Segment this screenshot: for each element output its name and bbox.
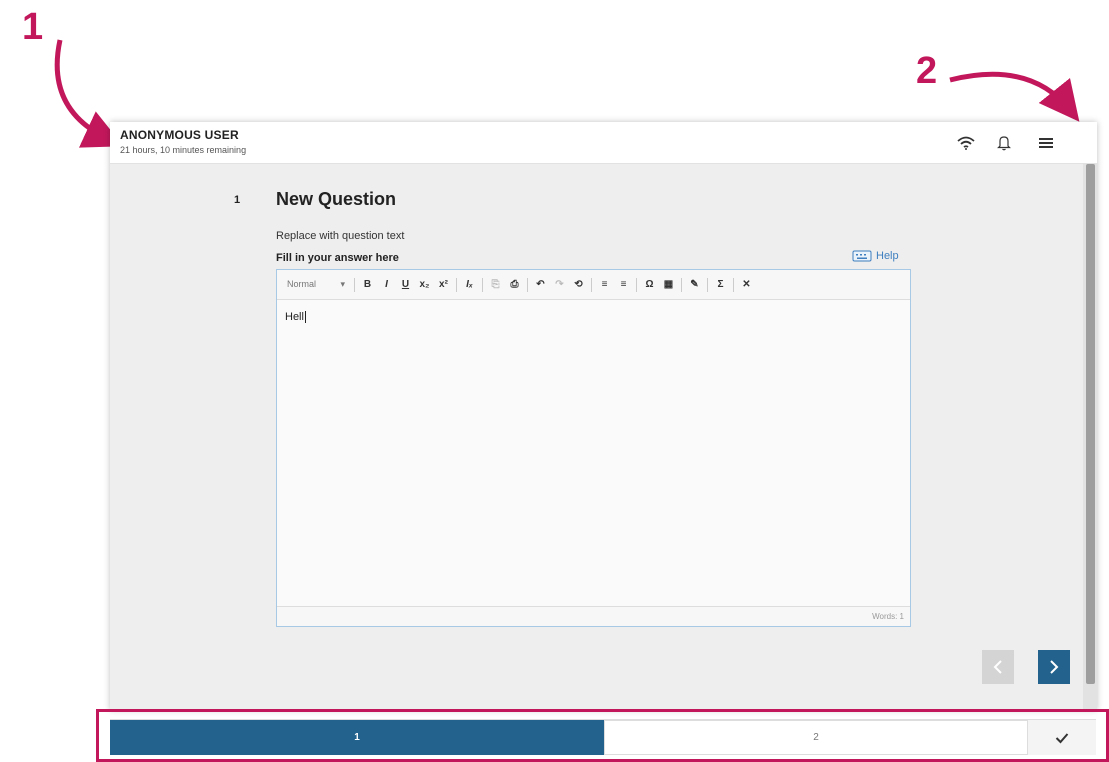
app-window: ANONYMOUS USER 21 hours, 10 minutes rema…	[110, 122, 1097, 710]
toolbar-separator	[354, 277, 355, 292]
paste-button[interactable]: ⎙	[507, 279, 522, 290]
help-label: Help	[876, 250, 899, 262]
annotation-number-1: 1	[22, 6, 44, 48]
next-question-button[interactable]	[1038, 650, 1070, 684]
remove-format-button[interactable]: Iₓ	[462, 279, 477, 290]
annotation-number-2: 2	[916, 50, 938, 92]
help-link[interactable]: Help	[852, 250, 899, 262]
annotation-highlight-box	[96, 709, 1109, 762]
dropdown-arrow-icon: ▾	[340, 279, 345, 289]
toolbar-separator	[527, 277, 528, 292]
question-title: New Question	[276, 189, 397, 209]
undo-button[interactable]: ↶	[533, 279, 548, 290]
chevron-right-icon	[1050, 660, 1059, 674]
special-char-button[interactable]: Ω	[642, 279, 657, 290]
keyboard-icon	[852, 250, 872, 262]
bold-button[interactable]: B	[360, 279, 375, 290]
maximize-button[interactable]: ✕	[739, 279, 754, 290]
user-name: ANONYMOUS USER	[120, 128, 239, 142]
redo-button[interactable]: ↷	[552, 279, 567, 290]
chevron-left-icon	[993, 660, 1002, 674]
answer-editor[interactable]: Normal ▾ B I U x₂ x² Iₓ ⎘ ⎙ ↶ ↷ ⟲ ≡ ≡ Ω …	[276, 269, 911, 627]
previous-question-button[interactable]	[982, 650, 1014, 684]
text-caret	[304, 311, 306, 324]
underline-button[interactable]: U	[398, 279, 413, 290]
scrollbar-thumb[interactable]	[1086, 164, 1095, 684]
question-number: 1	[234, 194, 241, 206]
draw-button[interactable]: ✎	[687, 279, 702, 290]
toolbar-separator	[456, 277, 457, 292]
format-select[interactable]: Normal ▾	[287, 279, 351, 290]
toolbar-separator	[591, 277, 592, 292]
table-button[interactable]: ▦	[661, 279, 676, 290]
answer-label: Fill in your answer here	[276, 252, 399, 264]
spellcheck-button[interactable]: ⟲	[571, 279, 586, 290]
top-bar: ANONYMOUS USER 21 hours, 10 minutes rema…	[110, 122, 1097, 164]
toolbar-separator	[636, 277, 637, 292]
editor-content: Hell	[285, 311, 304, 323]
bullet-list-button[interactable]: ≡	[616, 279, 631, 290]
wifi-icon	[955, 132, 977, 154]
formula-button[interactable]: Σ	[713, 279, 728, 290]
copy-button[interactable]: ⎘	[488, 279, 503, 290]
time-remaining: 21 hours, 10 minutes remaining	[120, 145, 247, 155]
editor-text-area[interactable]: Hell	[277, 301, 910, 606]
toolbar-separator	[707, 277, 708, 292]
numbered-list-button[interactable]: ≡	[597, 279, 612, 290]
bell-icon[interactable]	[993, 132, 1015, 154]
vertical-scrollbar[interactable]	[1083, 164, 1097, 710]
editor-toolbar: Normal ▾ B I U x₂ x² Iₓ ⎘ ⎙ ↶ ↷ ⟲ ≡ ≡ Ω …	[277, 270, 910, 300]
annotation-arrow-2	[949, 71, 1080, 122]
toolbar-separator	[681, 277, 682, 292]
word-count: Words: 1	[277, 606, 910, 626]
superscript-button[interactable]: x²	[436, 279, 451, 290]
subscript-button[interactable]: x₂	[417, 279, 432, 290]
toolbar-separator	[733, 277, 734, 292]
screenshot-stage: 1 2 3 4 ANONYMOUS USER 21 hours, 10 minu…	[0, 0, 1109, 762]
italic-button[interactable]: I	[379, 279, 394, 290]
hamburger-menu-icon[interactable]	[1035, 132, 1057, 154]
question-text: Replace with question text	[276, 230, 405, 242]
annotation-arrow-1	[54, 39, 124, 148]
toolbar-separator	[482, 277, 483, 292]
format-select-value: Normal	[287, 279, 317, 289]
